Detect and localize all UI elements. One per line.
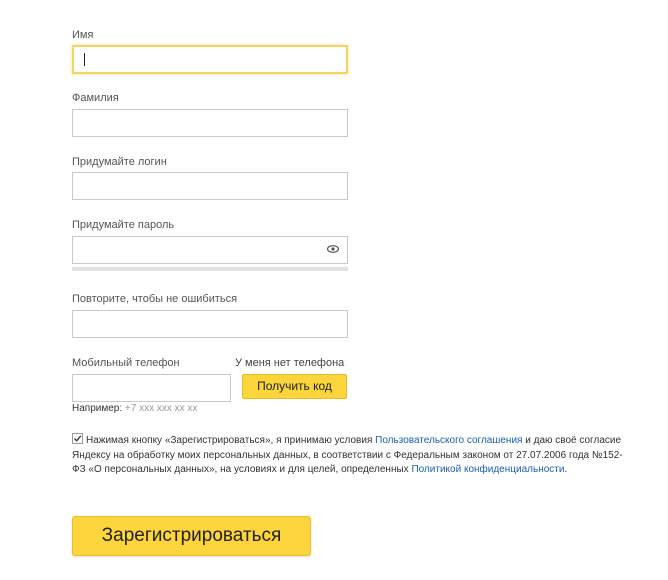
get-code-button[interactable]: Получить код	[242, 374, 347, 399]
phone-label: Мобильный телефон	[72, 357, 180, 369]
last-name-label: Фамилия	[72, 92, 119, 104]
password-repeat-label: Повторите, чтобы не ошибиться	[72, 293, 238, 305]
agreement-text-part3: .	[564, 464, 568, 475]
password-repeat-field[interactable]	[72, 310, 348, 338]
no-phone-link[interactable]: У меня нет телефона	[235, 357, 344, 370]
terms-link[interactable]: Пользовательского соглашения	[375, 435, 522, 446]
agreement-text: Нажимая кнопку «Зарегистрироваться», я п…	[72, 433, 632, 478]
checkmark-icon	[74, 435, 82, 442]
phone-hint-prefix: Например:	[72, 403, 123, 414]
phone-hint-sample: +7 xxx xxx xx xx	[124, 403, 198, 414]
privacy-policy-link[interactable]: Политикой конфиденциальности	[411, 464, 564, 475]
text-caret	[84, 53, 85, 66]
login-label: Придумайте логин	[72, 156, 167, 168]
password-strength-bar	[72, 267, 348, 271]
first-name-field[interactable]	[72, 45, 348, 74]
password-field[interactable]	[72, 236, 348, 264]
registration-form: Имя Фамилия Придумайте логин Придумайте …	[0, 0, 668, 580]
phone-field[interactable]	[72, 374, 231, 402]
password-label: Придумайте пароль	[72, 219, 175, 231]
eye-icon[interactable]	[327, 245, 339, 253]
login-field[interactable]	[72, 172, 348, 200]
last-name-field[interactable]	[72, 109, 348, 137]
register-button[interactable]: Зарегистрироваться	[72, 516, 311, 556]
agreement-text-part1: Нажимая кнопку «Зарегистрироваться», я п…	[86, 435, 376, 446]
first-name-label: Имя	[72, 29, 94, 41]
phone-hint: Например: +7 xxx xxx xx xx	[72, 403, 197, 415]
agreement-checkbox[interactable]	[72, 433, 83, 444]
